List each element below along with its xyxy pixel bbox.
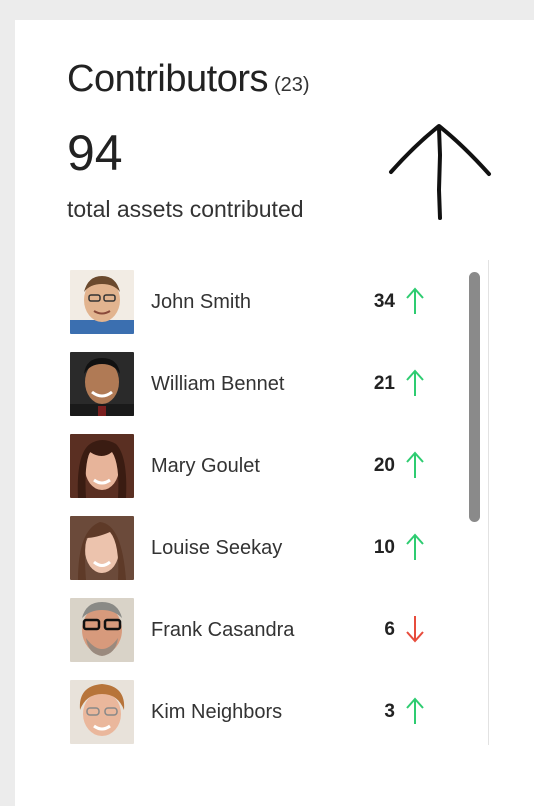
- page: Contributors (23) 94 total assets contrib…: [0, 0, 534, 806]
- contributor-name[interactable]: Mary Goulet: [151, 455, 260, 478]
- arrow-down-icon: [406, 616, 424, 643]
- contributor-name[interactable]: Frank Casandra: [151, 619, 294, 642]
- total-assets-value: 94: [67, 125, 123, 181]
- contributor-count-value: 20: [373, 455, 395, 476]
- contributor-row[interactable]: Kim Neighbors 3: [15, 680, 455, 750]
- avatar: [70, 434, 134, 498]
- contributor-count-value: 21: [373, 373, 395, 394]
- arrow-up-icon: [406, 369, 424, 396]
- contributor-count: (23): [273, 74, 310, 96]
- contributor-name[interactable]: Kim Neighbors: [151, 701, 282, 724]
- contributor-count-value: 3: [384, 701, 395, 722]
- contributors-card: Contributors (23) 94 total assets contrib…: [15, 20, 534, 806]
- avatar: [70, 270, 134, 334]
- arrow-up-icon: [406, 533, 424, 560]
- contributor-name[interactable]: Louise Seekay: [151, 537, 282, 560]
- contributor-count-value: 10: [373, 537, 395, 558]
- contributor-name[interactable]: John Smith: [151, 291, 251, 314]
- avatar: [70, 516, 134, 580]
- hand-drawn-arrow-up-icon: [389, 124, 491, 220]
- avatar: [70, 680, 134, 744]
- contributor-count-value: 6: [384, 619, 395, 640]
- contributor-count-value: 34: [373, 291, 395, 312]
- contributor-row[interactable]: Mary Goulet 20: [15, 434, 455, 504]
- arrow-up-icon: [406, 287, 424, 314]
- total-assets-label: total assets contributed: [67, 196, 304, 222]
- contributor-row[interactable]: Louise Seekay 10: [15, 516, 455, 586]
- arrow-up-icon: [406, 697, 424, 724]
- title-row: Contributors (23): [67, 58, 310, 101]
- contributor-row[interactable]: Frank Casandra 6: [15, 598, 455, 668]
- contributor-row[interactable]: John Smith 34: [15, 270, 455, 340]
- contributor-row[interactable]: William Bennet 21: [15, 352, 455, 422]
- scrollbar-divider: [488, 260, 489, 745]
- contributor-name[interactable]: William Bennet: [151, 373, 284, 396]
- scrollbar-thumb[interactable]: [469, 272, 480, 522]
- avatar: [70, 352, 134, 416]
- avatar: [70, 598, 134, 662]
- arrow-up-icon: [406, 451, 424, 478]
- card-title: Contributors: [67, 58, 268, 100]
